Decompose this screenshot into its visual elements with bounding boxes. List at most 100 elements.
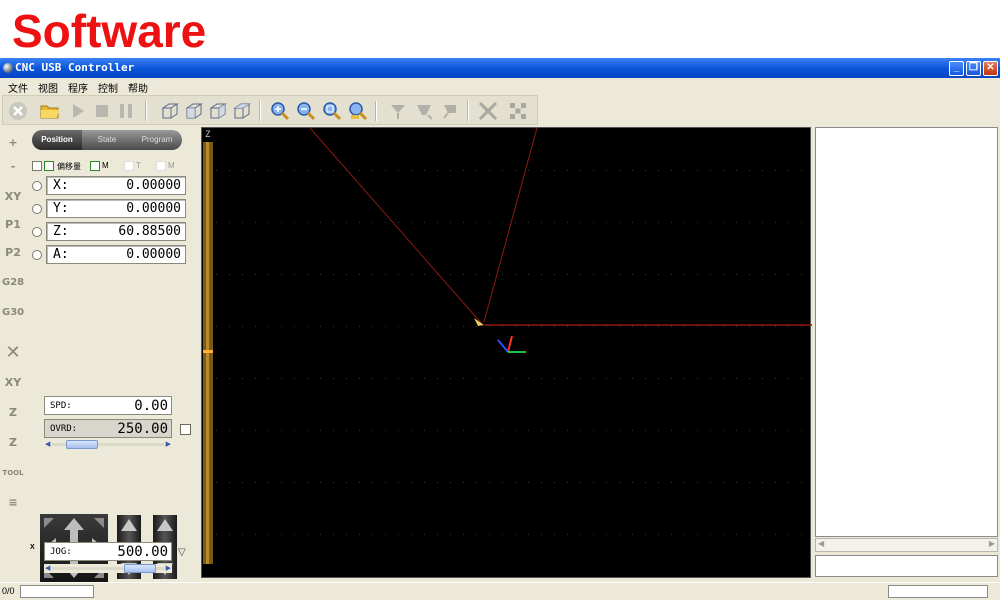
tool-change-tool[interactable]: TOOL	[2, 462, 24, 484]
view-iso-icon[interactable]	[159, 100, 181, 122]
scroll-right-arrow[interactable]: ▶	[989, 539, 995, 548]
restore-button[interactable]: ❐	[966, 61, 981, 76]
title-bar[interactable]: CNC USB Controller _ ❐ ✕	[0, 58, 1000, 78]
jog-speed-value: 500.00	[117, 544, 168, 560]
jog-plus-tool[interactable]: +	[2, 132, 24, 154]
grid-dot	[541, 482, 542, 483]
stop-icon[interactable]	[7, 100, 29, 122]
spindle-speed-value: 0.00	[134, 398, 168, 414]
gcode-horizontal-scrollbar[interactable]: ◀ ▶	[815, 538, 998, 552]
grid-dot	[645, 222, 646, 223]
coolant-icon[interactable]	[507, 100, 529, 122]
axis-z-radio[interactable]	[32, 227, 42, 237]
offset-mode-checkbox[interactable]	[44, 161, 54, 171]
grid-dot	[411, 326, 412, 327]
play-icon[interactable]	[67, 100, 89, 122]
open-folder-icon[interactable]	[39, 100, 61, 122]
tab-position[interactable]: Position	[32, 130, 82, 150]
option-m-checkbox[interactable]	[90, 161, 100, 171]
scroll-left-arrow[interactable]: ◀	[818, 539, 824, 548]
axis-x-name: X:	[53, 178, 69, 193]
option-m2-checkbox[interactable]	[156, 161, 166, 171]
menu-control[interactable]: 控制	[98, 80, 118, 95]
grid-dot	[216, 274, 217, 275]
xy-origin-tool[interactable]: XY	[2, 372, 24, 394]
zoom-fit-icon[interactable]	[321, 100, 343, 122]
z-origin-tool[interactable]: Z	[2, 402, 24, 424]
axis-x-field[interactable]: X: 0.00000	[46, 176, 186, 195]
menu-file[interactable]: 文件	[8, 80, 28, 95]
jog-slider[interactable]: ◀ ▶	[44, 564, 172, 573]
jog-speed-field[interactable]: JOG: 500.00	[44, 542, 172, 561]
g28-tool[interactable]: G28	[2, 272, 24, 294]
grid-dot	[333, 430, 334, 431]
grid-dot	[346, 274, 347, 275]
override-slider[interactable]: ◀ ▶	[44, 440, 172, 449]
axis-x-radio[interactable]	[32, 181, 42, 191]
grid-dot	[658, 274, 659, 275]
z-probe-tool[interactable]: Z	[2, 432, 24, 454]
axis-z-field[interactable]: Z: 60.88500	[46, 222, 186, 241]
menu-help[interactable]: 帮助	[128, 80, 148, 95]
axis-a-radio[interactable]	[32, 250, 42, 260]
zoom-window-icon[interactable]	[347, 100, 369, 122]
stop-square-icon[interactable]	[91, 100, 113, 122]
option-t-checkbox[interactable]	[124, 161, 134, 171]
go-back-icon[interactable]	[439, 100, 461, 122]
close-button[interactable]: ✕	[983, 61, 998, 76]
grid-dot	[801, 274, 802, 275]
clear-tool[interactable]: ✕	[2, 342, 24, 364]
goto-p1-tool[interactable]: P1	[2, 214, 24, 236]
grid-dot	[671, 378, 672, 379]
slider-right-arrow[interactable]: ▶	[166, 564, 171, 572]
grid-dot	[593, 326, 594, 327]
g30-tool[interactable]: G30	[2, 302, 24, 324]
axis-y-radio[interactable]	[32, 204, 42, 214]
override-slider-thumb[interactable]	[66, 440, 98, 449]
menu-view[interactable]: 视图	[38, 80, 58, 95]
offset-checkbox[interactable]	[32, 161, 42, 171]
override-field[interactable]: OVRD: 250.00	[44, 419, 172, 438]
go-home-icon[interactable]	[387, 100, 409, 122]
grid-dot	[632, 326, 633, 327]
grid-dot	[502, 482, 503, 483]
go-point-icon[interactable]	[413, 100, 435, 122]
grid-dot	[268, 274, 269, 275]
jog-dropdown-icon[interactable]: ▽	[178, 547, 186, 558]
grid-dot	[710, 326, 711, 327]
slider-right-arrow[interactable]: ▶	[166, 440, 171, 448]
toolpath-viewport[interactable]	[201, 127, 812, 578]
grid-dot	[541, 430, 542, 431]
view-top-icon[interactable]	[231, 100, 253, 122]
grid-dot	[463, 274, 464, 275]
zero-xy-tool[interactable]: XY	[2, 186, 24, 208]
axis-y-field[interactable]: Y: 0.00000	[46, 199, 186, 218]
slider-left-arrow[interactable]: ◀	[45, 440, 50, 448]
minimize-button[interactable]: _	[949, 61, 964, 76]
view-front-icon[interactable]	[183, 100, 205, 122]
grid-dot	[528, 326, 529, 327]
override-checkbox[interactable]	[180, 424, 191, 435]
spindle-icon[interactable]	[477, 100, 499, 122]
zoom-in-icon[interactable]	[269, 100, 291, 122]
menu-program[interactable]: 程序	[68, 80, 88, 95]
slider-left-arrow[interactable]: ◀	[45, 564, 50, 572]
command-input[interactable]	[815, 555, 998, 577]
gcode-list-panel[interactable]	[815, 127, 998, 537]
axis-x-value: 0.00000	[126, 178, 181, 193]
spindle-speed-field[interactable]: SPD: 0.00	[44, 396, 172, 415]
goto-p2-tool[interactable]: P2	[2, 242, 24, 264]
tab-state[interactable]: State	[82, 130, 132, 150]
view-side-icon[interactable]	[207, 100, 229, 122]
axis-y-name: Y:	[53, 201, 69, 216]
jog-minus-tool[interactable]: -	[2, 156, 24, 178]
grid-dot	[463, 378, 464, 379]
jog-slider-thumb[interactable]	[124, 564, 156, 573]
grid-dot	[541, 274, 542, 275]
settings-tool[interactable]: ≡	[2, 492, 24, 514]
zoom-out-icon[interactable]	[295, 100, 317, 122]
grid-dot	[606, 326, 607, 327]
tab-program[interactable]: Program	[132, 130, 182, 150]
axis-a-field[interactable]: A: 0.00000	[46, 245, 186, 264]
pause-icon[interactable]	[115, 100, 137, 122]
